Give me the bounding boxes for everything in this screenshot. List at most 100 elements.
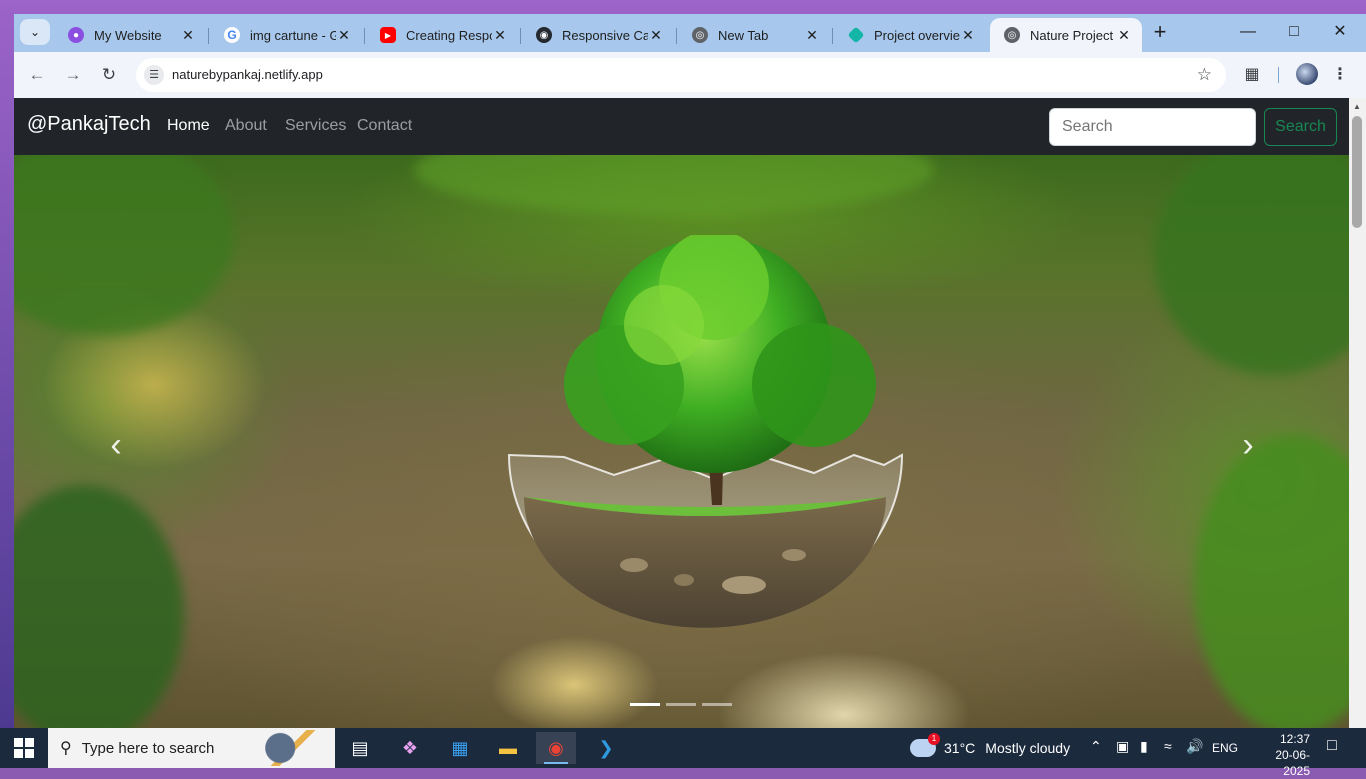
chevron-left-icon: ‹ bbox=[110, 426, 122, 464]
tab-separator bbox=[208, 28, 209, 44]
back-button[interactable]: ← bbox=[25, 63, 49, 87]
carousel-indicator[interactable] bbox=[630, 703, 660, 706]
menu-button[interactable]: ⋮ bbox=[1328, 63, 1352, 87]
tab-new-tab[interactable]: ◎ New Tab ✕ bbox=[678, 18, 830, 52]
file-explorer-button[interactable]: ▬ bbox=[488, 732, 528, 764]
windows-logo-icon bbox=[14, 738, 23, 747]
meet-now-icon[interactable]: ▣ bbox=[1116, 738, 1129, 755]
notification-icon[interactable]: □ bbox=[1322, 737, 1342, 757]
clock-time: 12:37 bbox=[1279, 732, 1310, 746]
tab-title: Creating Respon bbox=[406, 27, 492, 43]
chrome-icon: ◉ bbox=[548, 737, 564, 758]
site-search-input[interactable] bbox=[1049, 108, 1256, 146]
tab-search-button[interactable]: ⌄ bbox=[20, 19, 50, 45]
arrow-left-icon: ← bbox=[28, 65, 46, 84]
address-bar[interactable]: ☰ naturebypankaj.netlify.app ☆ bbox=[136, 58, 1226, 92]
site-logo-icon: ● bbox=[68, 27, 84, 43]
active-indicator bbox=[544, 762, 568, 764]
vscode-icon: ❯ bbox=[598, 737, 614, 758]
foliage-blur bbox=[14, 155, 234, 335]
browser-window: ⌄ ● My Website ✕ G img cartune - Goo ✕ ▶… bbox=[14, 14, 1366, 728]
windows-logo-icon bbox=[25, 738, 34, 747]
tab-strip: ⌄ ● My Website ✕ G img cartune - Goo ✕ ▶… bbox=[14, 14, 1366, 52]
kebab-menu-icon: ⋮ bbox=[1332, 66, 1348, 83]
site-info-icon[interactable]: ☰ bbox=[144, 65, 164, 85]
system-clock[interactable]: 12:37 20-06-2025 bbox=[1254, 731, 1310, 779]
cloud-icon: 1 bbox=[910, 733, 940, 757]
nav-link-home[interactable]: Home bbox=[167, 117, 210, 135]
folder-icon: ▬ bbox=[499, 737, 517, 758]
forward-button[interactable]: → bbox=[61, 63, 85, 87]
bookmark-star-icon[interactable]: ☆ bbox=[1197, 65, 1212, 85]
nav-link-about[interactable]: About bbox=[225, 117, 267, 135]
carousel-next-button[interactable]: › bbox=[1228, 425, 1268, 465]
github-icon: ◉ bbox=[536, 27, 552, 43]
close-icon: ✕ bbox=[1333, 23, 1347, 40]
tab-my-website[interactable]: ● My Website ✕ bbox=[54, 18, 206, 52]
nav-link-contact[interactable]: Contact bbox=[357, 117, 412, 135]
netlify-icon bbox=[847, 26, 865, 44]
minimize-icon: — bbox=[1240, 23, 1256, 40]
toolbar-divider bbox=[1278, 67, 1279, 83]
store-icon: ▦ bbox=[451, 737, 469, 758]
windows-logo-icon bbox=[14, 749, 23, 758]
close-icon[interactable]: ✕ bbox=[1116, 27, 1132, 44]
reload-button[interactable]: ↻ bbox=[97, 63, 121, 87]
avatar[interactable] bbox=[1296, 63, 1318, 85]
page-scrollbar[interactable]: ▲ bbox=[1349, 98, 1366, 728]
nav-link-services[interactable]: Services bbox=[285, 117, 346, 135]
tab-img-cartune[interactable]: G img cartune - Goo ✕ bbox=[210, 18, 362, 52]
chrome-taskbar-button[interactable]: ◉ bbox=[536, 732, 576, 764]
carousel-prev-button[interactable]: ‹ bbox=[96, 425, 136, 465]
close-icon[interactable]: ✕ bbox=[804, 27, 820, 44]
extensions-button[interactable]: ▦ bbox=[1240, 63, 1264, 87]
maximize-button[interactable]: □ bbox=[1282, 22, 1306, 42]
task-view-button[interactable]: ▤ bbox=[340, 732, 380, 764]
close-icon[interactable]: ✕ bbox=[648, 27, 664, 44]
site-navbar: @PankajTech Home About Services Contact … bbox=[14, 98, 1349, 155]
copilot-icon: ❖ bbox=[401, 737, 419, 758]
new-tab-button[interactable]: + bbox=[1148, 21, 1172, 45]
site-brand[interactable]: @PankajTech bbox=[27, 113, 151, 136]
carousel-indicator[interactable] bbox=[666, 703, 696, 706]
store-button[interactable]: ▦ bbox=[440, 732, 480, 764]
close-icon[interactable]: ✕ bbox=[336, 27, 352, 44]
weather-badge: 1 bbox=[928, 733, 940, 745]
copilot-button[interactable]: ❖ bbox=[390, 732, 430, 764]
vscode-button[interactable]: ❯ bbox=[586, 732, 626, 764]
start-button[interactable] bbox=[14, 738, 34, 758]
tab-title: Responsive Card bbox=[562, 27, 648, 43]
carousel-indicator[interactable] bbox=[702, 703, 732, 706]
tab-project-overview[interactable]: Project overview ✕ bbox=[834, 18, 986, 52]
scrollbar-thumb[interactable] bbox=[1352, 116, 1362, 228]
chevron-down-icon: ⌄ bbox=[29, 25, 41, 39]
tab-title: Project overview bbox=[874, 27, 960, 43]
foliage-blur bbox=[1154, 155, 1349, 375]
close-icon[interactable]: ✕ bbox=[180, 27, 196, 44]
volume-icon[interactable]: 🔊 bbox=[1186, 738, 1203, 755]
language-indicator[interactable]: ENG bbox=[1212, 741, 1238, 755]
wifi-icon[interactable]: ≈ bbox=[1164, 738, 1172, 754]
foliage-blur bbox=[414, 155, 934, 215]
scroll-up-icon[interactable]: ▲ bbox=[1353, 102, 1361, 111]
arrow-right-icon: → bbox=[64, 65, 82, 84]
minimize-button[interactable]: — bbox=[1236, 22, 1260, 42]
tab-nature-project[interactable]: ◎ Nature Project ✕ bbox=[990, 18, 1142, 52]
tab-responsive-card[interactable]: ◉ Responsive Card ✕ bbox=[522, 18, 674, 52]
site-search-button[interactable]: Search bbox=[1264, 108, 1337, 146]
url-text[interactable]: naturebypankaj.netlify.app bbox=[172, 67, 323, 82]
close-window-button[interactable]: ✕ bbox=[1328, 22, 1352, 42]
close-icon[interactable]: ✕ bbox=[492, 27, 508, 44]
battery-icon[interactable]: ▮ bbox=[1140, 738, 1148, 755]
taskbar-search-box[interactable]: ⚲ Type here to search bbox=[48, 728, 335, 768]
plus-icon: + bbox=[1153, 19, 1167, 44]
browser-toolbar: ← → ↻ ☰ naturebypankaj.netlify.app ☆ ▦ ⋮ bbox=[14, 52, 1366, 98]
close-icon[interactable]: ✕ bbox=[960, 27, 976, 44]
globe-icon: ◎ bbox=[1004, 27, 1020, 43]
weather-widget[interactable]: 1 31°C Mostly cloudy bbox=[910, 728, 1070, 768]
chevron-up-icon[interactable]: ⌃ bbox=[1090, 738, 1102, 755]
foliage-blur bbox=[14, 485, 184, 728]
hero-carousel: ‹ › bbox=[14, 155, 1349, 728]
tab-title: New Tab bbox=[718, 27, 769, 43]
tab-creating-responsive[interactable]: ▶ Creating Respon ✕ bbox=[366, 18, 518, 52]
